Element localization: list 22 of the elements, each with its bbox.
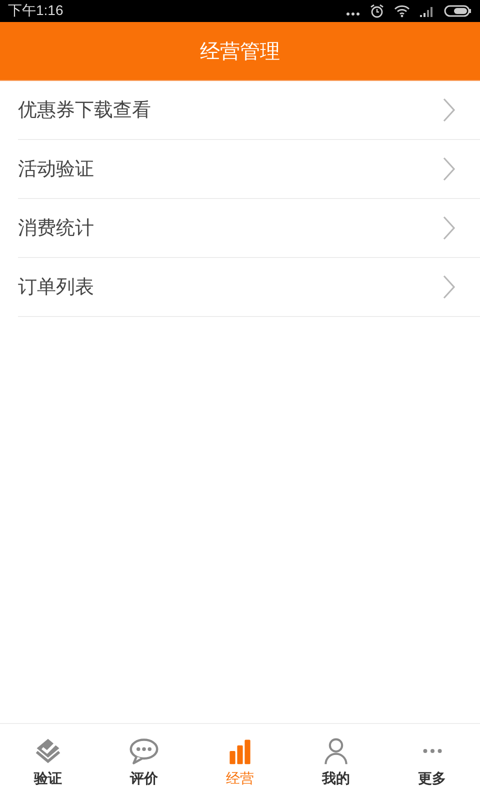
- chevron-right-icon: [442, 216, 456, 240]
- battery-icon: [444, 4, 472, 18]
- header-title: 经营管理: [200, 38, 280, 64]
- more-dots-icon: [422, 749, 442, 753]
- alarm-clock-icon: [370, 4, 384, 18]
- tab[interactable]: 更多: [384, 724, 480, 800]
- verify-check-icon: [33, 736, 63, 766]
- wifi-icon: [394, 4, 410, 18]
- tab[interactable]: 验证: [0, 724, 96, 800]
- menu-item[interactable]: 活动验证: [18, 140, 480, 199]
- speech-bubble-icon: [129, 736, 159, 766]
- tab[interactable]: 我的: [288, 724, 384, 800]
- chevron-right-icon: [442, 275, 456, 299]
- menu-item[interactable]: 订单列表: [18, 258, 480, 317]
- signal-icon: [420, 4, 434, 18]
- menu-item[interactable]: 消费统计: [18, 199, 480, 258]
- more-dots-icon: [346, 12, 360, 16]
- tab[interactable]: 评价: [96, 724, 192, 800]
- menu-item[interactable]: 优惠券下载查看: [18, 81, 480, 140]
- chevron-right-icon: [442, 98, 456, 122]
- status-time: 下午1:16: [8, 2, 64, 20]
- chevron-right-icon: [442, 157, 456, 181]
